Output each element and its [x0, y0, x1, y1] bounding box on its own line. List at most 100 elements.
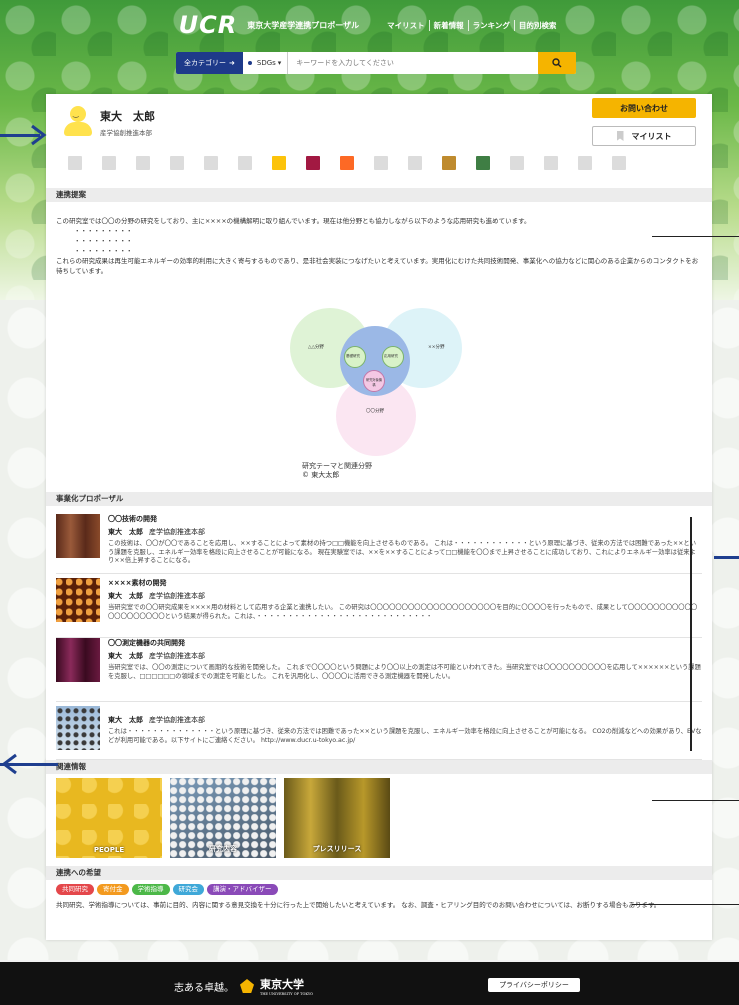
proposal-dept: 産学協創推進本部 [149, 652, 205, 660]
footer-motto: 志ある卓越。 [174, 982, 234, 994]
venn-label-right: ××分野 [428, 345, 445, 350]
caret-down-icon: ▾ [277, 59, 282, 67]
proposal-thumbnail [56, 638, 100, 682]
annotation-line [714, 556, 739, 559]
proposals-heading: 事業化プロポーザル [46, 492, 712, 506]
footer-logo[interactable]: 志ある卓越。 東京大学 THE UNIVERSITY OF TOKYO [174, 976, 313, 996]
proposal-description: 当研究室では、〇〇の測定について画期的な技術を開発した。 これまで〇〇〇〇という… [108, 664, 701, 680]
sdg-goal-icon[interactable] [578, 156, 592, 170]
sdg-goal-icon[interactable] [612, 156, 626, 170]
related-press-label: プレスリリース [312, 845, 362, 853]
hope-text: 共同研究、学術指導については、事前に目的、内容に関する意見交換を十分に行った上で… [56, 901, 661, 909]
nav-news[interactable]: 新着情報 [430, 19, 469, 31]
venn-label-inner-left: 基礎研究 [346, 354, 360, 358]
nav-links: マイリスト 新着情報 ランキング 目的別検索 [383, 19, 561, 31]
caption-credit: © 東大太郎 [302, 471, 340, 479]
proposal-author: 東大 太郎 [108, 528, 143, 536]
sdg-goal-icon[interactable] [68, 156, 82, 170]
search-icon [552, 58, 562, 68]
hope-tag: 学術指導 [131, 884, 170, 895]
mylist-label: マイリスト [631, 131, 672, 141]
related-research-tile[interactable]: 研究内容 [170, 778, 276, 858]
proposal-item[interactable]: ××××素材の開発 東大 太郎 産学協創推進本部 当研究室での〇〇研究成果を×××… [56, 576, 702, 638]
proposal-title[interactable]: 〇〇技術の開発 [108, 514, 702, 524]
search-input[interactable] [288, 52, 538, 74]
researcher-profile: ‿ 東大 太郎 産学協創推進本部 [64, 106, 155, 137]
annotation-line [652, 800, 739, 801]
proposal-description: これは・・・・・・・・・・・・・・という原理に基づき、従来の方法では困難であった… [108, 728, 702, 744]
related-people-tile[interactable]: PEOPLE [56, 778, 162, 858]
arrow-right-icon: ➜ [229, 59, 235, 67]
collab-dots1: ・・・・・・・・・ [74, 227, 133, 235]
ginkgo-icon [240, 979, 254, 993]
related-heading: 関連情報 [46, 760, 712, 774]
nav-purpose-search[interactable]: 目的別検索 [515, 20, 561, 31]
sdg-goal-icon[interactable] [272, 156, 286, 170]
sdg-goal-icon[interactable] [408, 156, 422, 170]
hope-tag: 講演・アドバイザー [207, 884, 278, 895]
venn-label-bottom: 〇〇分野 [366, 409, 384, 414]
collab-text: この研究室では〇〇の分野の研究をしており、主に××××の機構解明に取り組んでいま… [56, 216, 702, 276]
sdg-goal-icon[interactable] [204, 156, 218, 170]
diagram-caption: 研究テーマと関連分野 © 東大太郎 [302, 462, 372, 480]
search-bar: 全カテゴリー ➜ SDGs ▾ [176, 52, 576, 74]
sdg-goal-icon[interactable] [170, 156, 184, 170]
related-research-label: 研究内容 [209, 845, 237, 853]
venn-label-inner-right: 応用研究 [384, 354, 398, 358]
nav-ranking[interactable]: ランキング [469, 19, 515, 31]
proposal-item[interactable]: 〇〇測定機器の共同開発 東大 太郎 産学協創推進本部 当研究室では、〇〇の測定につ… [56, 636, 702, 702]
hope-heading: 連携への希望 [46, 866, 712, 880]
hope-tag: 研究会 [172, 884, 204, 895]
sdg-goal-icon[interactable] [510, 156, 524, 170]
proposal-dept: 産学協創推進本部 [149, 716, 205, 724]
annotation-bracket [690, 517, 692, 751]
sdg-goal-icon[interactable] [442, 156, 456, 170]
proposal-author: 東大 太郎 [108, 716, 143, 724]
search-button[interactable] [538, 52, 576, 74]
top-navigation: UCR 東京大学産学連携プロポーザル マイリスト 新着情報 ランキング 目的別検… [0, 11, 739, 39]
proposal-thumbnail [56, 706, 100, 750]
annotation-line [652, 236, 739, 237]
footer-university-en: THE UNIVERSITY OF TOKYO [260, 992, 314, 996]
proposal-dept: 産学協創推進本部 [149, 592, 205, 600]
proposal-item[interactable]: 東大 太郎 産学協創推進本部 これは・・・・・・・・・・・・・・という原理に基づき… [56, 704, 702, 760]
sdgs-select[interactable]: SDGs ▾ [242, 52, 289, 74]
contact-button[interactable]: お問い合わせ [592, 98, 696, 118]
sdg-goal-icon[interactable] [238, 156, 252, 170]
footer: 志ある卓越。 東京大学 THE UNIVERSITY OF TOKYO プライバ… [0, 962, 739, 1005]
proposal-title[interactable]: 〇〇測定機器の共同開発 [108, 638, 702, 648]
proposal-dept: 産学協創推進本部 [149, 528, 205, 536]
sdg-goal-icon[interactable] [102, 156, 116, 170]
proposal-thumbnail [56, 514, 100, 558]
sdg-goal-icon[interactable] [476, 156, 490, 170]
add-mylist-button[interactable]: マイリスト [592, 126, 696, 146]
privacy-policy-link[interactable]: プライバシーポリシー [488, 978, 580, 992]
avatar-icon: ‿ [64, 106, 92, 136]
nav-mylist[interactable]: マイリスト [383, 19, 430, 31]
researcher-dept: 産学協創推進本部 [100, 129, 152, 137]
sdg-goal-icon[interactable] [544, 156, 558, 170]
sdg-goal-icon[interactable] [306, 156, 320, 170]
radio-dot-icon [246, 60, 253, 66]
proposal-title[interactable]: ××××素材の開発 [108, 578, 702, 588]
footer-university: 東京大学 [260, 978, 304, 991]
sdg-goal-icon[interactable] [374, 156, 388, 170]
proposal-card: ‿ 東大 太郎 産学協創推進本部 お問い合わせ マイリスト 連携提案 この研究室… [46, 94, 712, 940]
site-title[interactable]: 東京大学産学連携プロポーザル [247, 20, 359, 31]
proposal-author: 東大 太郎 [108, 652, 143, 660]
site-logo[interactable]: UCR [179, 11, 238, 39]
sdg-goal-icon[interactable] [340, 156, 354, 170]
collab-heading: 連携提案 [46, 188, 712, 202]
researcher-name: 東大 太郎 [100, 110, 155, 123]
collab-para2: これらの研究成果は再生可能エネルギーの効率的利用に大きく寄与するものであり、是非… [56, 257, 699, 275]
sdg-goal-icon[interactable] [136, 156, 150, 170]
bookmark-icon [616, 131, 624, 141]
proposal-thumbnail [56, 578, 100, 622]
related-tiles: PEOPLE 研究内容 プレスリリース [56, 778, 390, 858]
proposal-item[interactable]: 〇〇技術の開発 東大 太郎 産学協創推進本部 この技術は、〇〇が〇〇であることを応… [56, 512, 702, 574]
related-press-tile[interactable]: プレスリリース [284, 778, 390, 858]
category-label: 全カテゴリー [184, 59, 226, 67]
proposal-author: 東大 太郎 [108, 592, 143, 600]
category-select[interactable]: 全カテゴリー ➜ [176, 52, 243, 74]
related-people-label: PEOPLE [93, 846, 125, 854]
